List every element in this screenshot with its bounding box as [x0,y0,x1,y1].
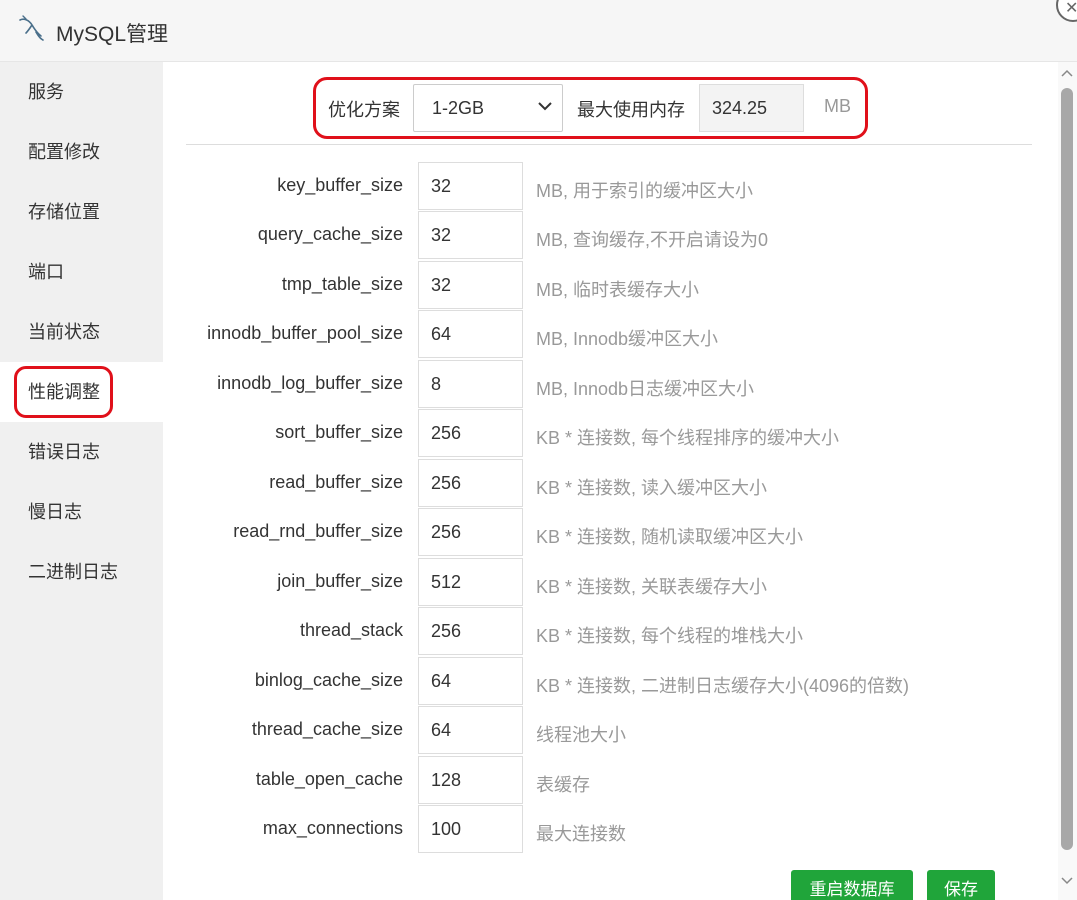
param-label: thread_cache_size [251,719,403,739]
param-desc: 表缓存 [536,775,590,795]
param-input[interactable]: 512 [418,558,523,606]
close-button[interactable]: ✕ [1056,0,1077,22]
max-mem-unit: MB [824,96,851,116]
sidebar-item-binlog[interactable]: 二进制日志 [0,542,163,602]
param-input[interactable]: 256 [418,409,523,457]
window-title: MySQL管理 [56,23,169,46]
sidebar-item-port[interactable]: 端口 [0,242,163,302]
sidebar-item-status[interactable]: 当前状态 [0,302,163,362]
param-label: key_buffer_size [277,175,403,195]
param-desc: KB * 连接数, 二进制日志缓存大小(4096的倍数) [536,676,910,696]
param-input[interactable]: 256 [418,607,523,655]
param-desc: MB, 查询缓存,不开启请设为0 [536,230,769,250]
restart-database-button[interactable]: 重启数据库 [791,870,913,900]
sidebar-item-slow-log[interactable]: 慢日志 [0,482,163,542]
param-desc: KB * 连接数, 随机读取缓冲区大小 [536,527,804,547]
param-desc: KB * 连接数, 关联表缓存大小 [536,577,768,597]
param-label: max_connections [262,818,403,838]
param-desc: MB, 用于索引的缓冲区大小 [536,181,754,201]
sidebar-item-storage[interactable]: 存储位置 [0,182,163,242]
close-icon: ✕ [1065,0,1077,17]
param-desc: MB, Innodb日志缓冲区大小 [536,379,755,399]
save-button[interactable]: 保存 [927,870,995,900]
param-label: tmp_table_size [281,274,403,294]
sidebar: 服务 配置修改 存储位置 端口 当前状态 性能调整 错误日志 慢日志 二进制日志 [0,62,163,900]
param-label: thread_stack [299,620,403,640]
chevron-down-icon [538,102,552,111]
param-label: join_buffer_size [277,571,403,591]
param-input[interactable]: 32 [418,211,523,259]
param-label: table_open_cache [255,769,403,789]
param-label: innodb_log_buffer_size [217,373,403,393]
param-input[interactable]: 64 [418,706,523,754]
plan-label: 优化方案 [328,100,400,120]
mysql-dolphin-icon [19,15,44,41]
divider [186,144,1032,145]
max-mem-label: 最大使用内存 [577,100,685,120]
param-label: query_cache_size [257,224,403,244]
title-bar: MySQL管理 ✕ [0,0,1077,62]
param-label: innodb_buffer_pool_size [207,323,403,343]
param-label: sort_buffer_size [275,422,403,442]
param-desc: KB * 连接数, 每个线程的堆栈大小 [536,626,804,646]
param-input[interactable]: 32 [418,162,523,210]
param-desc: MB, Innodb缓冲区大小 [536,329,719,349]
param-desc: KB * 连接数, 读入缓冲区大小 [536,478,768,498]
active-item-highlight [14,366,113,418]
param-input[interactable]: 64 [418,657,523,705]
param-desc: KB * 连接数, 每个线程排序的缓冲大小 [536,428,840,448]
scroll-up-arrow-icon[interactable] [1061,68,1073,78]
param-input[interactable]: 32 [418,261,523,309]
sidebar-item-config[interactable]: 配置修改 [0,122,163,182]
plan-select[interactable]: 1-2GB [413,84,563,132]
scrollbar-thumb[interactable] [1061,88,1073,850]
param-desc: MB, 临时表缓存大小 [536,280,700,300]
plan-select-value: 1-2GB [432,98,485,118]
param-input[interactable]: 256 [418,459,523,507]
param-desc: 线程池大小 [536,725,626,745]
param-label: read_rnd_buffer_size [233,521,403,541]
param-desc: 最大连接数 [536,824,626,844]
param-input[interactable]: 128 [418,756,523,804]
param-label: binlog_cache_size [254,670,403,690]
scroll-down-arrow-icon[interactable] [1061,876,1073,886]
param-input[interactable]: 8 [418,360,523,408]
param-input[interactable]: 100 [418,805,523,853]
sidebar-item-service[interactable]: 服务 [0,62,163,122]
param-input[interactable]: 256 [418,508,523,556]
sidebar-item-error-log[interactable]: 错误日志 [0,422,163,482]
max-mem-input[interactable]: 324.25 [699,84,804,132]
param-label: read_buffer_size [269,472,403,492]
param-input[interactable]: 64 [418,310,523,358]
